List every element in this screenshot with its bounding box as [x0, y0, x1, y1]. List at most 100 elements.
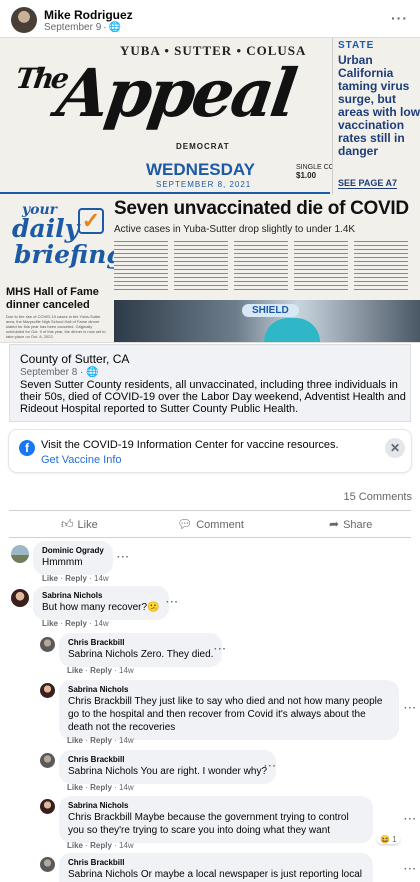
more-options-icon[interactable]: ···	[264, 761, 277, 772]
main-headline: Seven unvaccinated die of COVID	[114, 198, 409, 219]
newspaper-state-column: STATE Urban California taming virus surg…	[332, 38, 420, 194]
comment-actions: Like · Reply · 14w	[67, 841, 134, 850]
link-title[interactable]: County of Sutter, CA	[20, 352, 129, 366]
comment-actions: Like · Reply · 14w	[42, 574, 109, 583]
reply-link[interactable]: Reply	[65, 619, 87, 628]
get-vaccine-info-link[interactable]: Get Vaccine Info	[41, 454, 122, 466]
link-description: Seven Sutter County residents, all unvac…	[20, 379, 406, 415]
like-link[interactable]: Like	[67, 783, 83, 792]
briefing-word: briefing	[14, 240, 124, 269]
comment-actions: Like · Reply · 14w	[67, 666, 134, 675]
covid-info-banner: f Visit the COVID-19 Information Center …	[9, 430, 411, 472]
post-meta: September 9 · 🌐	[44, 22, 122, 33]
close-icon[interactable]: ✕	[385, 438, 405, 458]
globe-icon: 🌐	[86, 367, 99, 378]
more-options-icon[interactable]: ···	[404, 703, 417, 714]
comment-text: Sabrina Nichols Zero. They died.	[68, 649, 214, 660]
comment-time[interactable]: 14w	[94, 574, 109, 583]
comment-text: Sabrina Nichols You are right. I wonder …	[68, 766, 268, 777]
comment-author[interactable]: Chris Brackbill	[68, 638, 213, 648]
avatar[interactable]	[40, 683, 55, 698]
like-link[interactable]: Like	[42, 574, 58, 583]
like-button[interactable]: 👍︎ Like	[61, 517, 98, 532]
reply-link[interactable]: Reply	[65, 574, 87, 583]
covid-banner-text: Visit the COVID-19 Information Center fo…	[41, 439, 339, 451]
comment-text: Hmmmm	[42, 557, 83, 568]
hof-body: Due to the rise of COVID-19 cases in the…	[6, 314, 106, 339]
comment-time[interactable]: 14w	[119, 666, 134, 675]
newspaper-image[interactable]: YUBA • SUTTER • COLUSA TheAppeal DEMOCRA…	[0, 37, 420, 343]
comment-time[interactable]: 14w	[94, 619, 109, 628]
comment-author[interactable]: Sabrina Nichols	[68, 801, 364, 811]
article-column	[114, 238, 168, 292]
comment-bubble: Chris Brackbill Sabrina Nichols Zero. Th…	[59, 633, 223, 667]
comment-author[interactable]: Sabrina Nichols	[68, 685, 390, 695]
avatar[interactable]	[11, 7, 37, 33]
like-link[interactable]: Like	[67, 841, 83, 850]
comment-bubble: Dominic Ogrady Hmmmm	[33, 541, 113, 575]
comment-bubble: Sabrina Nichols Chris Brackbill Maybe be…	[59, 796, 373, 843]
comment-icon: 💬︎	[177, 517, 193, 531]
see-page-label: SEE PAGE A7	[338, 178, 398, 189]
shield-label: SHIELD	[242, 304, 299, 317]
globe-icon: 🌐	[108, 22, 122, 33]
state-headline: Urban California taming virus surge, but…	[338, 53, 420, 158]
post-date[interactable]: September 9	[44, 22, 101, 33]
checkmark-icon: ✓	[78, 208, 104, 234]
thumbs-up-icon: 👍︎	[61, 517, 74, 531]
share-icon: ➦	[329, 517, 340, 531]
like-link[interactable]: Like	[42, 619, 58, 628]
reply-link[interactable]: Reply	[90, 841, 112, 850]
post-header: Mike Rodriguez September 9 · 🌐 ···	[0, 0, 420, 36]
comment-bubble: Chris Brackbill Sabrina Nichols You are …	[59, 750, 277, 784]
divider	[0, 192, 330, 194]
more-options-icon[interactable]: ···	[404, 814, 417, 825]
comment-time[interactable]: 14w	[119, 783, 134, 792]
article-columns	[114, 238, 414, 292]
avatar[interactable]	[11, 545, 29, 563]
comment-bubble: Sabrina Nichols But how many recover?😕	[33, 586, 169, 620]
article-column	[234, 238, 288, 292]
comment-text: Chris Brackbill Maybe because the govern…	[68, 812, 349, 836]
article-column	[174, 238, 228, 292]
article-column	[294, 238, 348, 292]
post-action-bar: 👍︎ Like 💬︎ Comment ➦ Share	[9, 510, 411, 538]
like-link[interactable]: Like	[67, 666, 83, 675]
facebook-icon: f	[19, 440, 35, 456]
comment-time[interactable]: 14w	[119, 736, 134, 745]
comment-author[interactable]: Chris Brackbill	[68, 755, 267, 765]
more-options-icon[interactable]: ···	[117, 552, 130, 563]
more-options-icon[interactable]: ···	[214, 644, 227, 655]
reaction-badge[interactable]: 😆 1	[377, 835, 400, 844]
comment-count[interactable]: 15 Comments	[344, 491, 412, 503]
comment-actions: Like · Reply · 14w	[67, 736, 134, 745]
comment-author[interactable]: Dominic Ogrady	[42, 546, 104, 556]
more-options-icon[interactable]: ···	[391, 10, 408, 26]
comment-author[interactable]: Chris Brackbill	[68, 858, 364, 868]
like-link[interactable]: Like	[67, 736, 83, 745]
reply-link[interactable]: Reply	[90, 736, 112, 745]
comment-bubble: Chris Brackbill Sabrina Nichols Or maybe…	[59, 853, 373, 882]
link-meta: September 8 · 🌐	[20, 367, 99, 378]
avatar[interactable]	[11, 589, 29, 607]
avatar[interactable]	[40, 637, 55, 652]
post-author[interactable]: Mike Rodriguez	[44, 8, 133, 22]
comment-author[interactable]: Sabrina Nichols	[42, 591, 160, 601]
comment-time[interactable]: 14w	[119, 841, 134, 850]
newspaper-flag: TheAppeal	[13, 54, 299, 132]
more-options-icon[interactable]: ···	[166, 597, 179, 608]
comment-text: But how many recover?😕	[42, 602, 160, 613]
comment-bubble: Sabrina Nichols Chris Brackbill They jus…	[59, 680, 399, 740]
reply-link[interactable]: Reply	[90, 783, 112, 792]
avatar[interactable]	[40, 799, 55, 814]
link-preview-card[interactable]: County of Sutter, CA September 8 · 🌐 Sev…	[9, 344, 411, 422]
share-button[interactable]: ➦ Share	[329, 517, 372, 531]
avatar[interactable]	[40, 753, 55, 768]
comment-text: Chris Brackbill They just like to say wh…	[68, 696, 383, 733]
more-options-icon[interactable]: ···	[404, 864, 417, 875]
reply-link[interactable]: Reply	[90, 666, 112, 675]
main-subheadline: Active cases in Yuba-Sutter drop slightl…	[114, 224, 356, 235]
avatar[interactable]	[40, 857, 55, 872]
comment-button[interactable]: 💬︎ Comment	[177, 517, 244, 531]
newspaper-day: WEDNESDAY	[146, 160, 255, 179]
